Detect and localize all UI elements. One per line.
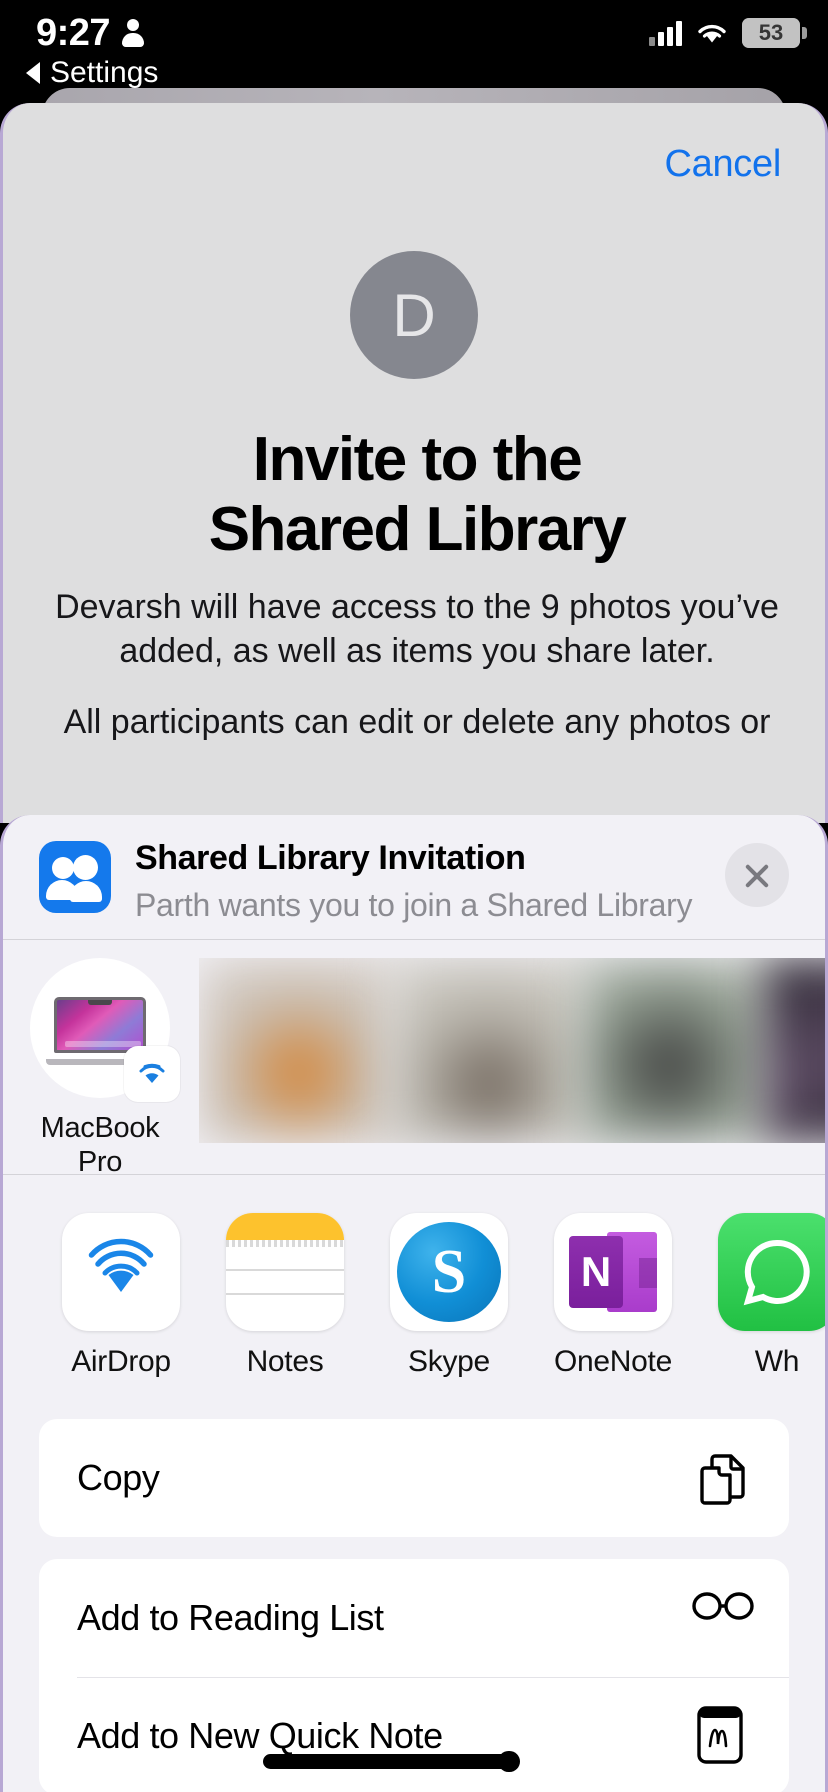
action-label: Add to New Quick Note [77, 1715, 443, 1756]
invite-card: Cancel D Invite to the Shared Library De… [0, 103, 828, 823]
airdrop-device-label: MacBook Pro [40, 1112, 160, 1178]
airdrop-icon [62, 1213, 180, 1331]
invite-paragraph-1: Devarsh will have access to the 9 photos… [55, 588, 779, 670]
skype-glyph: S [397, 1222, 501, 1322]
glasses-icon [691, 1586, 755, 1650]
onenote-icon: N [554, 1213, 672, 1331]
share-target-label: OneNote [554, 1345, 672, 1378]
share-item-subtitle: Parth wants you to join a Shared Library… [135, 887, 701, 923]
back-to-settings-button[interactable]: Settings [26, 56, 158, 90]
shared-library-people-icon [39, 841, 111, 913]
share-actions: Copy Add to Reading List Add to New Quic… [3, 1419, 825, 1792]
action-card-copy: Copy [39, 1419, 789, 1537]
back-label: Settings [50, 56, 159, 89]
close-button[interactable] [725, 843, 789, 907]
photo-thumbnail [389, 958, 589, 1143]
photo-thumbnail [764, 958, 825, 1143]
redaction-mark [263, 1754, 511, 1769]
action-row-add-to-reading-list[interactable]: Add to Reading List [39, 1559, 789, 1677]
share-target-skype[interactable]: S Skype [367, 1213, 531, 1379]
avatar: D [350, 251, 478, 379]
photo-thumbnail [199, 958, 399, 1143]
cancel-button[interactable]: Cancel [665, 143, 782, 186]
share-target-onenote[interactable]: N OneNote [531, 1213, 695, 1379]
airdrop-row: MacBook Pro [3, 940, 825, 1178]
page-title-line2: Shared Library [208, 495, 627, 565]
whatsapp-icon [718, 1213, 825, 1331]
close-icon [742, 860, 772, 890]
airdrop-device-macbook-pro[interactable]: MacBook Pro [3, 958, 193, 1179]
copy-icon [691, 1446, 755, 1510]
battery-icon: 53 [742, 18, 807, 48]
action-label: Add to Reading List [77, 1597, 384, 1638]
status-bar-time: 9:27 [36, 12, 111, 54]
avatar-initial: D [392, 281, 436, 349]
skype-icon: S [390, 1213, 508, 1331]
airdrop-badge-icon [124, 1046, 180, 1102]
share-target-label: AirDrop [71, 1345, 171, 1378]
share-targets-row[interactable]: AirDrop Notes S Skype N OneNote Wh [3, 1175, 825, 1405]
action-row-copy[interactable]: Copy [39, 1419, 789, 1537]
blurred-photo-strip[interactable] [199, 958, 825, 1143]
share-sheet: Shared Library Invitation Parth wants yo… [0, 815, 828, 1792]
share-target-label: Skype [408, 1345, 490, 1378]
person-icon [122, 18, 145, 49]
status-bar-indicators: 53 [649, 18, 807, 48]
redaction-mark-end [498, 1751, 520, 1772]
invite-paragraph-2: All participants can edit or delete any … [63, 703, 771, 741]
share-item-title: Shared Library Invitation [135, 839, 526, 877]
page-title-line1: Invite to the [252, 425, 583, 494]
notes-icon [226, 1213, 344, 1331]
cellular-signal-icon [649, 20, 682, 46]
page-title: Invite to the Shared Library [3, 425, 825, 565]
photo-thumbnail [579, 958, 779, 1143]
action-label: Copy [77, 1457, 160, 1498]
share-sheet-header-text: Shared Library Invitation Parth wants yo… [135, 837, 701, 924]
action-row-add-to-new-quick-note[interactable]: Add to New Quick Note [39, 1677, 789, 1792]
status-bar-time-group: 9:27 [36, 12, 145, 55]
triangle-left-icon [26, 62, 40, 84]
share-target-airdrop[interactable]: AirDrop [39, 1213, 203, 1379]
share-target-label: Wh [754, 1345, 800, 1378]
share-target-whatsapp[interactable]: Wh [695, 1213, 825, 1379]
share-sheet-header[interactable]: Shared Library Invitation Parth wants yo… [3, 815, 825, 940]
wifi-icon [696, 21, 728, 45]
share-target-label: Notes [246, 1345, 324, 1378]
share-target-notes[interactable]: Notes [203, 1213, 367, 1379]
iphone-screen: 9:27 53 Settings Cancel D Invite to the … [0, 0, 828, 1792]
macbook-pro-icon [30, 958, 180, 1102]
onenote-glyph: N [569, 1236, 623, 1308]
quick-note-icon [691, 1704, 755, 1768]
